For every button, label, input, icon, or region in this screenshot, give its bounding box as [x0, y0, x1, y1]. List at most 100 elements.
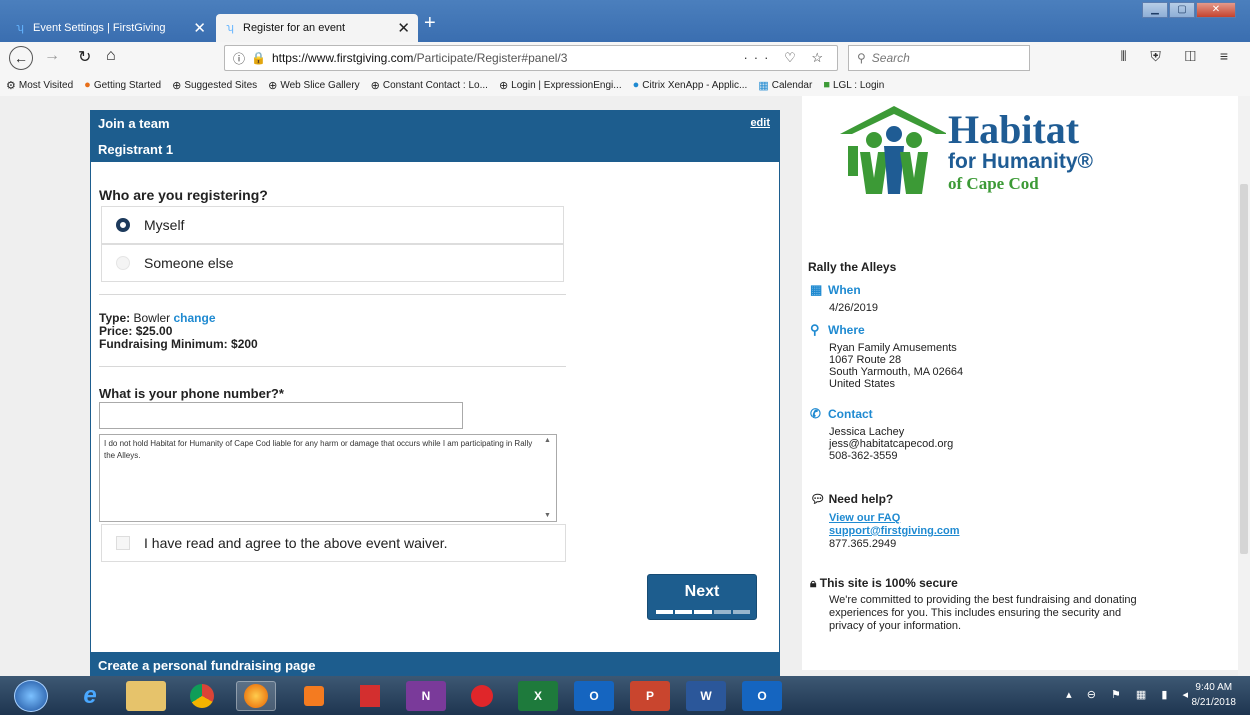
- event-title: Rally the Alleys: [808, 260, 897, 274]
- bookmark-label: Getting Started: [93, 79, 162, 91]
- progress-step: [675, 610, 693, 614]
- address-bar[interactable]: ⓘ 🔒 https://www.firstgiving.com/Particip…: [224, 45, 838, 71]
- option-someone-else[interactable]: Someone else: [101, 244, 564, 282]
- next-button[interactable]: Next: [647, 574, 757, 620]
- radio-selected-icon[interactable]: [116, 218, 130, 232]
- outlook-2-icon[interactable]: O: [742, 681, 782, 711]
- where-heading: ⚲ Where: [810, 322, 865, 338]
- bookmark-lgl[interactable]: ■ LGL : Login: [823, 79, 884, 91]
- bookmark-label: Login | ExpressionEngi...: [511, 79, 622, 91]
- bookmark-getting-started[interactable]: ● Getting Started: [84, 79, 161, 91]
- support-email-link[interactable]: support@firstgiving.com: [829, 525, 960, 538]
- file-explorer-icon[interactable]: [126, 681, 166, 711]
- search-box[interactable]: ⚲ Search: [848, 45, 1030, 71]
- bookmark-most-visited[interactable]: ⚙ Most Visited: [6, 79, 73, 92]
- option-label: Myself: [144, 217, 185, 233]
- onenote-icon[interactable]: N: [406, 681, 446, 711]
- bookmark-web-slice[interactable]: ⊕ Web Slice Gallery: [268, 79, 360, 92]
- page-viewport: Join a team edit Registrant 1 Who are yo…: [0, 96, 1250, 676]
- new-tab-icon[interactable]: +: [424, 12, 436, 35]
- calendar-icon: ▦: [758, 79, 769, 92]
- info-icon[interactable]: ⓘ: [233, 50, 245, 67]
- cc-glyph: [471, 685, 493, 707]
- browser-tab-strip: ʮ Event Settings | FirstGiving ✕ ʮ Regis…: [0, 0, 1250, 42]
- outlook-icon[interactable]: O: [574, 681, 614, 711]
- onenote-glyph: N: [421, 689, 431, 703]
- create-page-header[interactable]: Create a personal fundraising page: [90, 652, 780, 676]
- globe-icon: ⊕: [498, 79, 509, 92]
- home-icon[interactable]: ⌂: [106, 47, 116, 65]
- scrollbar-thumb[interactable]: [1240, 184, 1248, 554]
- change-type-link[interactable]: change: [174, 311, 216, 325]
- waiver-agree-row[interactable]: I have read and agree to the above event…: [101, 524, 566, 562]
- search-icon: ⚲: [857, 51, 866, 65]
- excel-glyph: X: [533, 689, 542, 703]
- close-tab-icon[interactable]: ✕: [193, 19, 206, 37]
- bookmark-constant-contact[interactable]: ⊕ Constant Contact : Lo...: [371, 79, 488, 92]
- forward-arrow-icon[interactable]: →: [44, 47, 60, 65]
- minimum-value: $200: [231, 337, 258, 351]
- reload-icon[interactable]: ↻: [78, 47, 91, 67]
- when-heading: ▦ When: [810, 282, 861, 298]
- contact-name: Jessica Lachey: [829, 426, 905, 438]
- close-tab-icon[interactable]: ✕: [397, 19, 410, 37]
- minimum-label: Fundraising Minimum:: [99, 337, 228, 351]
- tab-event-settings[interactable]: ʮ Event Settings | FirstGiving ✕: [6, 14, 214, 42]
- waiver-scrollbar[interactable]: ▲ ▼: [541, 435, 555, 521]
- excel-icon[interactable]: X: [518, 681, 558, 711]
- system-clock[interactable]: 9:40 AM 8/21/2018: [1192, 680, 1237, 710]
- progress-step: [694, 610, 712, 614]
- event-sidebar: Habitat for Humanity® of Cape Cod Rally …: [802, 96, 1238, 670]
- bookmark-suggested-sites[interactable]: ⊕ Suggested Sites: [172, 79, 257, 92]
- scroll-up-icon[interactable]: ▲: [544, 437, 551, 444]
- browser-toolbar: ← → ↻ ⌂ ⓘ 🔒 https://www.firstgiving.com /…: [0, 42, 1250, 74]
- bookmark-label: Constant Contact : Lo...: [382, 79, 488, 91]
- start-button-icon[interactable]: [14, 680, 48, 712]
- contact-info: Jessica Lachey jess@habitatcapecod.org 5…: [829, 426, 953, 462]
- ie-icon[interactable]: e: [70, 681, 110, 711]
- creative-cloud-icon[interactable]: [462, 681, 502, 711]
- media-player-icon[interactable]: [294, 681, 334, 711]
- browser-menu-icons[interactable]: ⫴ ⛨ ◫ ≡: [1121, 48, 1238, 65]
- registrant-panel: Who are you registering? Myself Someone …: [90, 162, 780, 652]
- registration-form: Join a team edit Registrant 1 Who are yo…: [90, 96, 780, 676]
- system-tray-icons[interactable]: ▴ ⊖ ⚑ ▦ ▮ ◂: [1066, 688, 1194, 701]
- lgl-icon: ■: [823, 79, 830, 91]
- bookmarks-toolbar: ⚙ Most Visited ● Getting Started ⊕ Suggeste…: [0, 74, 1250, 96]
- lock-icon: 🔒︎: [810, 576, 817, 590]
- minimize-icon[interactable]: ▁: [1142, 2, 1168, 18]
- agree-checkbox[interactable]: [116, 536, 130, 550]
- page-actions-icon[interactable]: ··· ♡ ☆: [743, 50, 829, 66]
- word-icon[interactable]: W: [686, 681, 726, 711]
- edit-link[interactable]: edit: [750, 117, 770, 129]
- maximize-icon[interactable]: ▢: [1169, 2, 1195, 18]
- bookmark-citrix[interactable]: ● Citrix XenApp - Applic...: [633, 79, 748, 91]
- tab-register-event[interactable]: ʮ Register for an event ✕: [216, 14, 418, 42]
- radio-unselected-icon[interactable]: [116, 256, 130, 270]
- scroll-down-icon[interactable]: ▼: [544, 512, 551, 519]
- back-arrow-icon[interactable]: ←: [9, 46, 33, 70]
- powerpoint-icon[interactable]: P: [630, 681, 670, 711]
- secure-text: We're committed to providing the best fu…: [829, 594, 1137, 632]
- firstgiving-favicon-icon: ʮ: [16, 22, 24, 34]
- lock-icon: 🔒: [251, 51, 266, 65]
- calendar-icon: ▦: [810, 282, 823, 297]
- progress-step: [732, 610, 751, 614]
- firefox-icon[interactable]: [236, 681, 276, 711]
- option-label: Someone else: [144, 255, 234, 271]
- acrobat-icon[interactable]: [350, 681, 390, 711]
- faq-link[interactable]: View our FAQ: [829, 512, 960, 525]
- firefox-glyph: [244, 684, 268, 708]
- waiver-textarea[interactable]: I do not hold Habitat for Humanity of Ca…: [99, 434, 557, 522]
- window-controls: ▁ ▢ ✕: [1141, 2, 1236, 18]
- bookmark-calendar[interactable]: ▦ Calendar: [758, 79, 812, 92]
- bookmark-expression-engine[interactable]: ⊕ Login | ExpressionEngi...: [499, 79, 622, 92]
- close-window-icon[interactable]: ✕: [1196, 2, 1236, 18]
- outlook-glyph: O: [757, 689, 767, 703]
- chrome-icon[interactable]: [182, 681, 222, 711]
- registrant-title: Registrant 1: [98, 141, 174, 157]
- citrix-icon: ●: [632, 79, 640, 91]
- option-myself[interactable]: Myself: [101, 206, 564, 244]
- page-scrollbar[interactable]: [1238, 96, 1250, 676]
- phone-input[interactable]: [99, 402, 463, 429]
